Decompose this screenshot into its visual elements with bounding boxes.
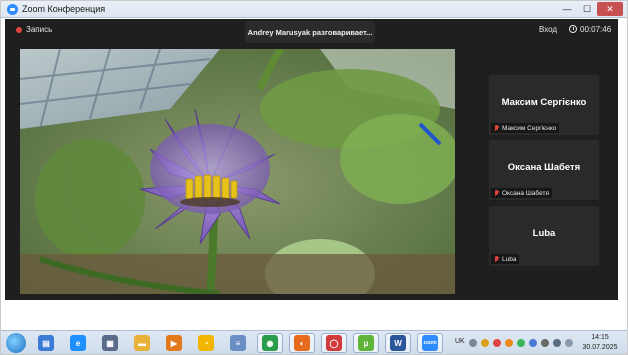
taskbar-internet-explorer-button[interactable]: e [65, 333, 91, 353]
taskbar-opera-button[interactable]: ◯ [321, 333, 347, 353]
volume-icon[interactable] [553, 339, 561, 347]
taskbar-notes-button[interactable]: ≡ [225, 333, 251, 353]
participant-label-text: Максим Сергієнко [502, 124, 557, 132]
participant-display-name: Максим Сергієнко [501, 97, 587, 108]
taskbar-chrome-yellow-button[interactable]: ◔ [193, 333, 219, 353]
word-icon: W [390, 335, 406, 351]
participant-name-label: Максим Сергієнко [491, 123, 560, 133]
chrome-yellow-icon: ◔ [198, 335, 214, 351]
save-disk-icon: ▦ [102, 335, 118, 351]
clock-time: 14:15 [591, 334, 609, 341]
opera-icon: ◯ [326, 335, 342, 351]
taskbar-word-button[interactable]: W [385, 333, 411, 353]
taskbar-file-explorer-button[interactable]: ▬ [129, 333, 155, 353]
taskbar-zoom-button[interactable]: zoom [417, 333, 443, 353]
participant-name-label: Оксана Шабетя [491, 188, 552, 198]
meeting-top-bar: Запись Andrey Marusyak разговаривает... … [5, 19, 618, 43]
explorer-folders-icon: ▤ [38, 335, 54, 351]
clock-date: 30.07.2025 [582, 344, 618, 351]
tray-app-icon[interactable] [517, 339, 525, 347]
login-button[interactable]: Вход [539, 25, 557, 34]
start-button-icon[interactable] [6, 333, 26, 353]
title-bar: Zoom Конференция — ☐ ✕ [1, 1, 627, 18]
mic-muted-icon [494, 189, 499, 197]
maximize-button[interactable]: ☐ [577, 2, 597, 16]
chrome-icon: ◉ [262, 335, 278, 351]
notes-icon: ≡ [230, 335, 246, 351]
record-label[interactable]: Запись [26, 25, 52, 34]
taskbar-chrome-button[interactable]: ◉ [257, 333, 283, 353]
participant-label-text: Оксана Шабетя [502, 189, 549, 197]
participant-label-text: Luba [502, 255, 517, 263]
participant-tile[interactable]: Максим Сергієнко Максим Сергієнко [489, 75, 599, 135]
active-speaker-banner: Andrey Marusyak разговаривает... [245, 21, 375, 43]
meeting-timer: 00:07:46 [580, 25, 612, 34]
taskbar-firefox-button[interactable]: ◐ [289, 333, 315, 353]
participant-display-name: Luba [532, 228, 556, 239]
participant-name-label: Luba [491, 254, 520, 264]
taskbar-explorer-folders-button[interactable]: ▤ [33, 333, 59, 353]
record-indicator-icon [16, 27, 22, 33]
mic-muted-icon [494, 124, 499, 132]
utorrent-icon: μ [358, 335, 374, 351]
tray-expand-icon[interactable] [565, 339, 573, 347]
windows-taskbar: ▤ e ▦ ▬ ▶ ◔ ≡ ◉ ◐ ◯ μ Wzoom UK 14:15 30.07.2025 [1, 330, 627, 354]
taskbar-clock[interactable]: 14:15 30.07.2025 [578, 333, 622, 353]
internet-explorer-icon: e [70, 335, 86, 351]
window-title: Zoom Конференция [22, 4, 106, 14]
flag-icon[interactable] [541, 339, 549, 347]
taskbar-media-player-button[interactable]: ▶ [161, 333, 187, 353]
firefox-icon: ◐ [294, 335, 310, 351]
network-icon[interactable] [469, 339, 477, 347]
participant-tile[interactable]: Оксана Шабетя Оксана Шабетя [489, 140, 599, 200]
tray-app-icon[interactable] [481, 339, 489, 347]
media-player-icon: ▶ [166, 335, 182, 351]
close-button[interactable]: ✕ [597, 2, 623, 16]
file-explorer-icon: ▬ [134, 335, 150, 351]
language-indicator[interactable]: UK [455, 338, 465, 345]
participant-display-name: Оксана Шабетя [507, 162, 581, 173]
mic-muted-icon [494, 255, 499, 263]
minimize-button[interactable]: — [557, 2, 577, 16]
taskbar-save-disk-button[interactable]: ▦ [97, 333, 123, 353]
tray-app-icon[interactable] [505, 339, 513, 347]
participant-tile[interactable]: Luba Luba [489, 206, 599, 266]
zoom-app-icon [7, 4, 18, 15]
tray-app-icon[interactable] [529, 339, 537, 347]
flower-video-image [20, 49, 455, 294]
tray-app-icon[interactable] [493, 339, 501, 347]
clock-icon [569, 25, 577, 33]
taskbar-utorrent-button[interactable]: μ [353, 333, 379, 353]
zoom-icon: zoom [422, 335, 438, 351]
main-video-feed[interactable] [20, 49, 455, 294]
zoom-meeting-window: Запись Andrey Marusyak разговаривает... … [5, 19, 618, 300]
